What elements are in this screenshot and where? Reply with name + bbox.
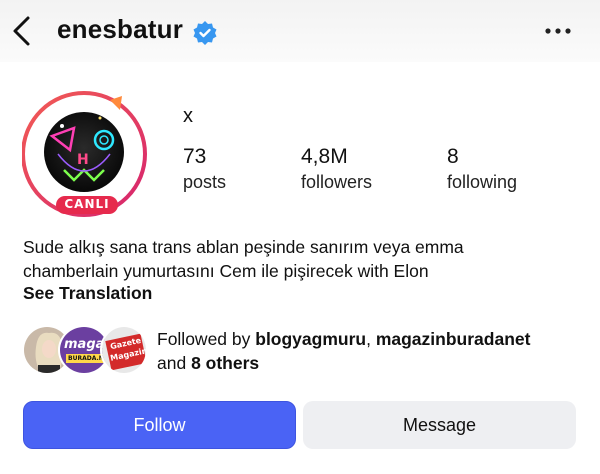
back-arrow-icon[interactable] <box>10 14 34 48</box>
followed-by-user-2[interactable]: magazinburadanet <box>376 329 531 349</box>
posts-stat[interactable]: 73 posts <box>183 145 227 193</box>
follow-button[interactable]: Follow <box>23 401 296 449</box>
following-count: 8 <box>447 145 459 168</box>
profile-avatar[interactable]: H CANLI <box>21 88 152 218</box>
posts-count: 73 <box>183 145 207 168</box>
bio-line: chamberlain yumurtasını Cem ile pişirece… <box>23 261 429 281</box>
follower-avatar-3[interactable]: Gazete Magazin <box>100 325 148 375</box>
profile-display-name: x <box>183 105 193 127</box>
following-stat[interactable]: 8 following <box>447 145 518 193</box>
followers-label: followers <box>301 172 373 192</box>
followed-by-text[interactable]: Followed by blogyagmuru, magazinburadane… <box>157 327 587 375</box>
following-label: following <box>447 172 518 192</box>
see-translation-link[interactable]: See Translation <box>23 283 152 304</box>
followed-by-prefix: Followed by <box>157 329 256 349</box>
svg-text:H: H <box>77 152 89 168</box>
followed-by-user-1[interactable]: blogyagmuru <box>255 329 366 349</box>
profile-username: enesbatur <box>57 14 184 44</box>
more-options-icon[interactable] <box>544 24 572 38</box>
followers-count: 4,8M <box>301 145 348 168</box>
message-button[interactable]: Message <box>303 401 576 449</box>
followed-by-separator: , <box>366 329 376 349</box>
posts-label: posts <box>183 172 227 192</box>
profile-bio: Sude alkış sana trans ablan peşinde sanı… <box>23 235 583 283</box>
verified-badge-icon <box>193 21 217 45</box>
followed-by-others[interactable]: 8 others <box>191 353 259 373</box>
live-badge: CANLI <box>64 197 110 211</box>
followed-by-and: and <box>157 353 192 373</box>
bio-line: Sude alkış sana trans ablan peşinde sanı… <box>23 237 464 257</box>
top-navigation-bar: enesbatur <box>0 0 600 62</box>
followers-stat[interactable]: 4,8M followers <box>301 145 373 193</box>
